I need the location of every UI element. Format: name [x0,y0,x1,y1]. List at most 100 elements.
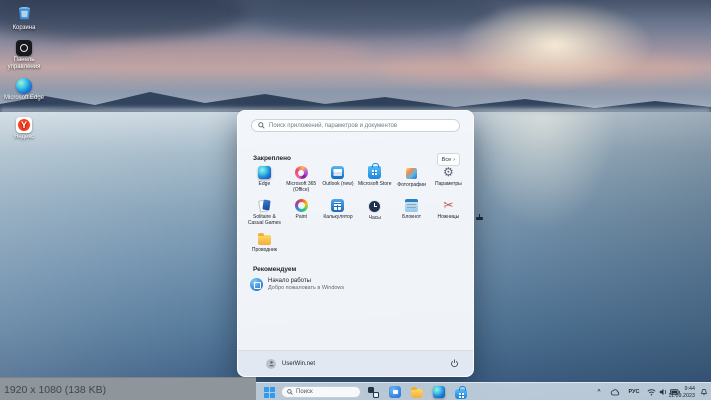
microsoft-store-icon [368,166,381,179]
clock-date: 11.09.2023 [668,393,695,400]
clock-icon [368,200,381,213]
pinned-app-label: Paint [283,214,320,220]
cloud-pink-left [70,40,370,70]
power-icon[interactable] [450,359,459,368]
pinned-app-settings[interactable]: ⚙ Параметры [430,166,467,193]
clock[interactable]: 9:44 11.09.2023 [668,386,695,400]
file-explorer-button[interactable] [410,385,424,399]
edge-icon [433,386,445,398]
search-icon [287,389,293,395]
pinned-app-label: Параметры [430,181,467,187]
solitaire-icon [258,199,271,212]
pinned-app-microsoft-store[interactable]: Microsoft Store [356,166,393,193]
gear-icon: ⚙ [442,166,455,179]
pinned-app-calculator[interactable]: Калькулятор [320,199,357,226]
user-avatar[interactable] [266,359,276,369]
recommended-subtitle: Добро пожаловать в Windows [268,285,344,291]
pinned-app-outlook[interactable]: Outlook (new) [320,166,357,193]
paint-icon [295,199,308,212]
chat-button[interactable] [388,385,402,399]
get-started-icon [250,278,263,291]
recommended-heading: Рекомендуем [253,266,296,273]
microsoft-365-icon [295,166,308,179]
pinned-app-paint[interactable]: Paint [283,199,320,226]
bell-icon [700,388,708,396]
pinned-heading: Закреплено [253,155,291,162]
desktop-icon-label: Панель управления [2,57,46,71]
pinned-app-microsoft-365[interactable]: Microsoft 365 (Office) [283,166,320,193]
pinned-app-clock[interactable]: Часы [356,199,393,226]
outlook-icon [331,166,344,179]
pinned-app-file-explorer[interactable]: Проводник [246,232,283,253]
pinned-app-label: Проводник [246,247,283,253]
pinned-app-label: Фотографии [393,182,430,188]
start-menu-footer: UserWin.net [238,350,473,376]
cloud-icon [610,389,620,396]
pinned-app-edge[interactable]: Edge [246,166,283,193]
image-caption-bar: 1920 x 1080 (138 KB) [0,377,256,400]
pinned-app-label: Блокнот [393,214,430,220]
dark-app-icon [16,40,32,56]
image-dimensions-label: 1920 x 1080 (138 KB) [4,384,106,396]
task-view-icon [368,387,379,398]
folder-icon [411,389,423,398]
tray-overflow-button[interactable]: ^ [592,385,606,399]
start-menu: Поиск приложений, параметров и документо… [237,110,474,377]
sun-reflection [468,112,618,232]
start-search-input[interactable]: Поиск приложений, параметров и документо… [251,119,460,132]
account-name[interactable]: UserWin.net [282,361,315,367]
wifi-icon [647,388,656,396]
desktop-icon-label: Корзина [2,25,46,32]
pinned-app-label: Outlook (new) [320,181,357,187]
edge-icon [16,78,32,94]
pinned-app-label: Ножницы [430,214,467,220]
desktop-screen: Корзина Панель управления Microsoft Edge… [0,0,711,400]
task-view-button[interactable] [366,385,380,399]
taskbar-search-label: Поиск [296,389,313,395]
pinned-app-label: Solitaire & Casual Games [246,214,283,226]
edge-button[interactable] [432,385,446,399]
person-icon [268,360,275,367]
onedrive-tray-button[interactable] [608,385,622,399]
pinned-app-label: Edge [246,181,283,187]
pinned-row-1: Edge Microsoft 365 (Office) Outlook (new… [246,166,467,193]
pinned-app-label: Часы [356,215,393,221]
pinned-app-label: Microsoft 365 (Office) [283,181,320,193]
language-label: РУС [629,389,640,395]
recommended-item-get-started[interactable]: Начало работы Добро пожаловать в Windows [250,278,390,291]
yandex-browser-icon: Y [16,117,32,133]
recommended-title: Начало работы [268,278,344,284]
folder-icon [258,235,271,245]
desktop-icon-yandex[interactable]: Y Яндекс [2,117,46,141]
all-apps-label: Все [442,157,451,163]
language-indicator[interactable]: РУС [625,385,643,399]
desktop-icon-label: Microsoft Edge [2,95,46,102]
edge-icon [258,166,271,179]
notification-center-button[interactable] [697,385,711,399]
pinned-app-solitaire[interactable]: Solitaire & Casual Games [246,199,283,226]
clock-time: 9:44 [668,386,695,393]
pinned-row-3: Проводник [246,232,467,253]
calculator-icon [331,199,344,212]
desktop-icon-control-app[interactable]: Панель управления [2,40,46,71]
scissors-icon: ✂ [442,199,455,212]
desktop-icon-recycle-bin[interactable]: Корзина [2,4,46,32]
boat [476,217,483,220]
pinned-app-snipping-tool[interactable]: ✂ Ножницы [430,199,467,226]
search-placeholder: Поиск приложений, параметров и документо… [269,123,397,129]
speaker-icon [659,388,668,396]
start-button[interactable] [262,385,276,399]
pinned-app-notepad[interactable]: Блокнот [393,199,430,226]
photos-icon [405,167,418,180]
taskbar-search[interactable]: Поиск [281,386,361,398]
desktop-icon-edge[interactable]: Microsoft Edge [2,78,46,102]
windows-logo-icon [264,387,275,398]
search-icon [258,122,265,129]
notepad-icon [405,199,418,212]
chevron-up-icon: ^ [597,389,600,395]
pinned-app-photos[interactable]: Фотографии [393,166,430,193]
pinned-app-label: Калькулятор [320,214,357,220]
store-button[interactable] [454,385,468,399]
microsoft-store-icon [455,389,467,399]
pinned-row-2: Solitaire & Casual Games Paint Калькулят… [246,199,467,226]
